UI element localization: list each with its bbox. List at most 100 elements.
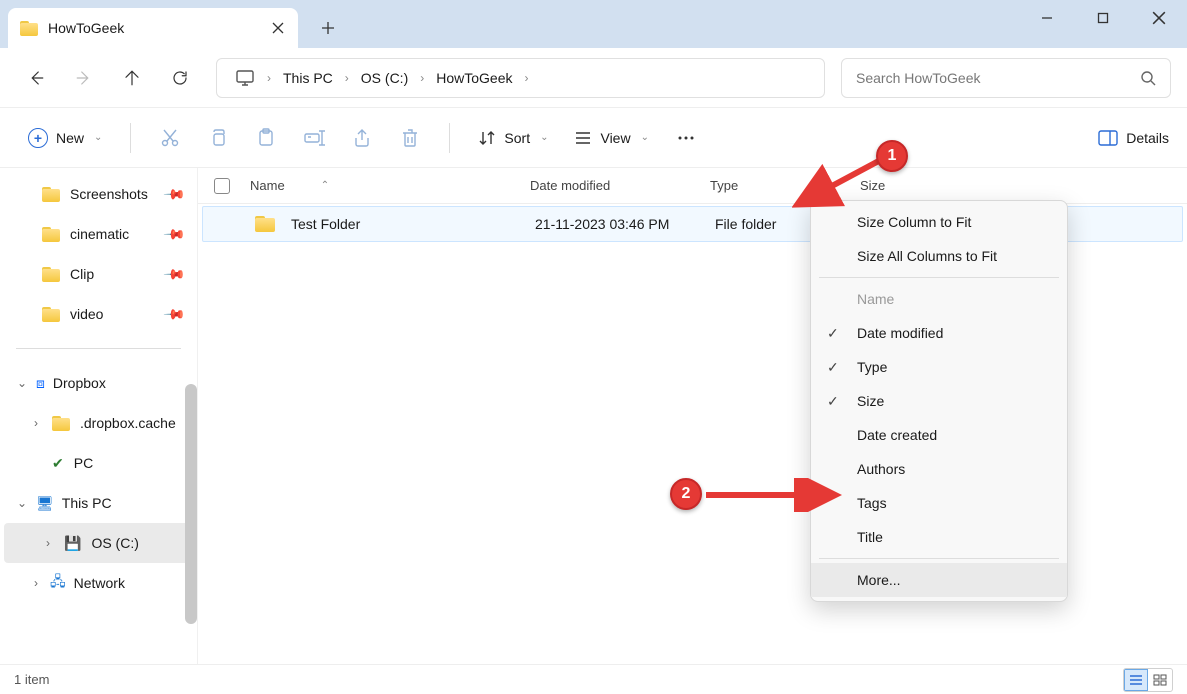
column-date[interactable]: Date modified — [530, 178, 710, 193]
chevron-right-icon[interactable]: › — [343, 71, 351, 85]
close-tab-button[interactable] — [270, 20, 286, 36]
column-name[interactable]: Name⌃ — [250, 178, 530, 193]
folder-icon — [255, 216, 275, 232]
annotation-badge: 1 — [876, 140, 908, 172]
chevron-right-icon[interactable]: › — [523, 71, 531, 85]
delete-button[interactable] — [389, 118, 431, 158]
sort-label: Sort — [504, 130, 530, 146]
new-button[interactable]: + New ⌄ — [18, 122, 112, 154]
sort-icon — [478, 129, 496, 147]
menu-option-date-created[interactable]: Date created — [811, 418, 1067, 452]
menu-option-date-modified[interactable]: ✓Date modified — [811, 316, 1067, 350]
sidebar-item-dropbox[interactable]: ⌄⧈Dropbox — [0, 363, 197, 403]
breadcrumb-item[interactable]: This PC — [273, 59, 343, 97]
folder-icon — [42, 307, 60, 322]
check-icon: ✓ — [827, 325, 847, 342]
copy-button[interactable] — [197, 118, 239, 158]
up-button[interactable] — [112, 58, 152, 98]
chevron-right-icon: › — [42, 536, 54, 550]
sidebar-item[interactable]: ✔PC — [0, 443, 197, 483]
chevron-down-icon: ⌄ — [16, 496, 28, 510]
toolbar: + New ⌄ Sort ⌄ View ⌄ Details — [0, 108, 1187, 168]
menu-option-size[interactable]: ✓Size — [811, 384, 1067, 418]
view-icon — [574, 129, 592, 147]
forward-button[interactable] — [64, 58, 104, 98]
plus-circle-icon: + — [28, 128, 48, 148]
navbar: › This PC › OS (C:) › HowToGeek › Search… — [0, 48, 1187, 108]
sidebar-pinned-item[interactable]: Screenshots📌 — [0, 174, 197, 214]
paste-button[interactable] — [245, 118, 287, 158]
folder-icon — [42, 267, 60, 282]
menu-size-all-columns[interactable]: Size All Columns to Fit — [811, 239, 1067, 273]
details-label: Details — [1126, 130, 1169, 146]
breadcrumb-item[interactable]: OS (C:) — [351, 59, 418, 97]
sidebar: Screenshots📌 cinematic📌 Clip📌 video📌 ⌄⧈D… — [0, 168, 198, 664]
chevron-right-icon[interactable]: › — [265, 71, 273, 85]
chevron-right-icon[interactable]: › — [418, 71, 426, 85]
details-pane-button[interactable]: Details — [1098, 130, 1169, 146]
view-button[interactable]: View ⌄ — [564, 123, 658, 153]
folder-icon — [42, 187, 60, 202]
rename-button[interactable] — [293, 118, 335, 158]
pin-icon: 📌 — [162, 262, 186, 286]
check-icon: ✓ — [827, 359, 847, 376]
sidebar-pinned-item[interactable]: cinematic📌 — [0, 214, 197, 254]
dropbox-icon: ⧈ — [36, 375, 45, 392]
chevron-right-icon: › — [30, 416, 42, 430]
check-icon: ✓ — [827, 393, 847, 410]
sort-button[interactable]: Sort ⌄ — [468, 123, 558, 153]
separator — [130, 123, 131, 153]
chevron-down-icon: ⌄ — [540, 132, 548, 143]
window-controls — [1019, 0, 1187, 36]
folder-icon — [52, 416, 70, 431]
close-window-button[interactable] — [1131, 0, 1187, 36]
menu-option-title[interactable]: Title — [811, 520, 1067, 554]
select-all-checkbox[interactable] — [214, 178, 250, 194]
search-icon — [1140, 70, 1156, 86]
pin-icon: 📌 — [162, 302, 186, 326]
annotation-badge: 2 — [670, 478, 702, 510]
cut-button[interactable] — [149, 118, 191, 158]
view-mode-toggle — [1123, 668, 1173, 692]
pin-icon: 📌 — [162, 222, 186, 246]
search-placeholder: Search HowToGeek — [856, 70, 1140, 86]
status-text: 1 item — [14, 672, 49, 687]
share-button[interactable] — [341, 118, 383, 158]
menu-option-name[interactable]: Name — [811, 282, 1067, 316]
sidebar-item-drive[interactable]: ›💾OS (C:) — [4, 523, 193, 563]
breadcrumb-item[interactable]: HowToGeek — [426, 59, 522, 97]
network-icon: 🖧 — [50, 571, 66, 595]
pc-icon: 🖥 — [36, 495, 54, 512]
details-view-button[interactable] — [1124, 669, 1148, 691]
separator — [819, 558, 1059, 559]
sidebar-item-this-pc[interactable]: ⌄🖥This PC — [0, 483, 197, 523]
sidebar-item-network[interactable]: ›🖧Network — [0, 563, 197, 603]
sidebar-pinned-item[interactable]: Clip📌 — [0, 254, 197, 294]
tab-title: HowToGeek — [48, 20, 260, 36]
column-headers: Name⌃ Date modified Type Size — [198, 168, 1187, 204]
details-icon — [1098, 130, 1118, 146]
folder-icon — [42, 227, 60, 242]
thumbnails-view-button[interactable] — [1148, 669, 1172, 691]
scrollbar[interactable] — [185, 384, 197, 624]
refresh-button[interactable] — [160, 58, 200, 98]
back-button[interactable] — [16, 58, 56, 98]
breadcrumb-root-icon[interactable] — [225, 59, 265, 97]
sync-icon: ✔ — [52, 455, 64, 472]
context-menu: Size Column to Fit Size All Columns to F… — [810, 200, 1068, 602]
chevron-down-icon: ⌄ — [94, 132, 102, 143]
breadcrumb[interactable]: › This PC › OS (C:) › HowToGeek › — [216, 58, 825, 98]
separator — [16, 348, 181, 349]
menu-more[interactable]: More... — [811, 563, 1067, 597]
sidebar-pinned-item[interactable]: video📌 — [0, 294, 197, 334]
tab[interactable]: HowToGeek — [8, 8, 298, 48]
menu-option-type[interactable]: ✓Type — [811, 350, 1067, 384]
sort-indicator-icon: ⌃ — [321, 180, 329, 191]
drive-icon: 💾 — [64, 535, 81, 552]
new-tab-button[interactable] — [310, 14, 346, 42]
more-button[interactable] — [665, 118, 707, 158]
sidebar-item[interactable]: ›.dropbox.cache — [0, 403, 197, 443]
search-input[interactable]: Search HowToGeek — [841, 58, 1171, 98]
maximize-button[interactable] — [1075, 0, 1131, 36]
minimize-button[interactable] — [1019, 0, 1075, 36]
